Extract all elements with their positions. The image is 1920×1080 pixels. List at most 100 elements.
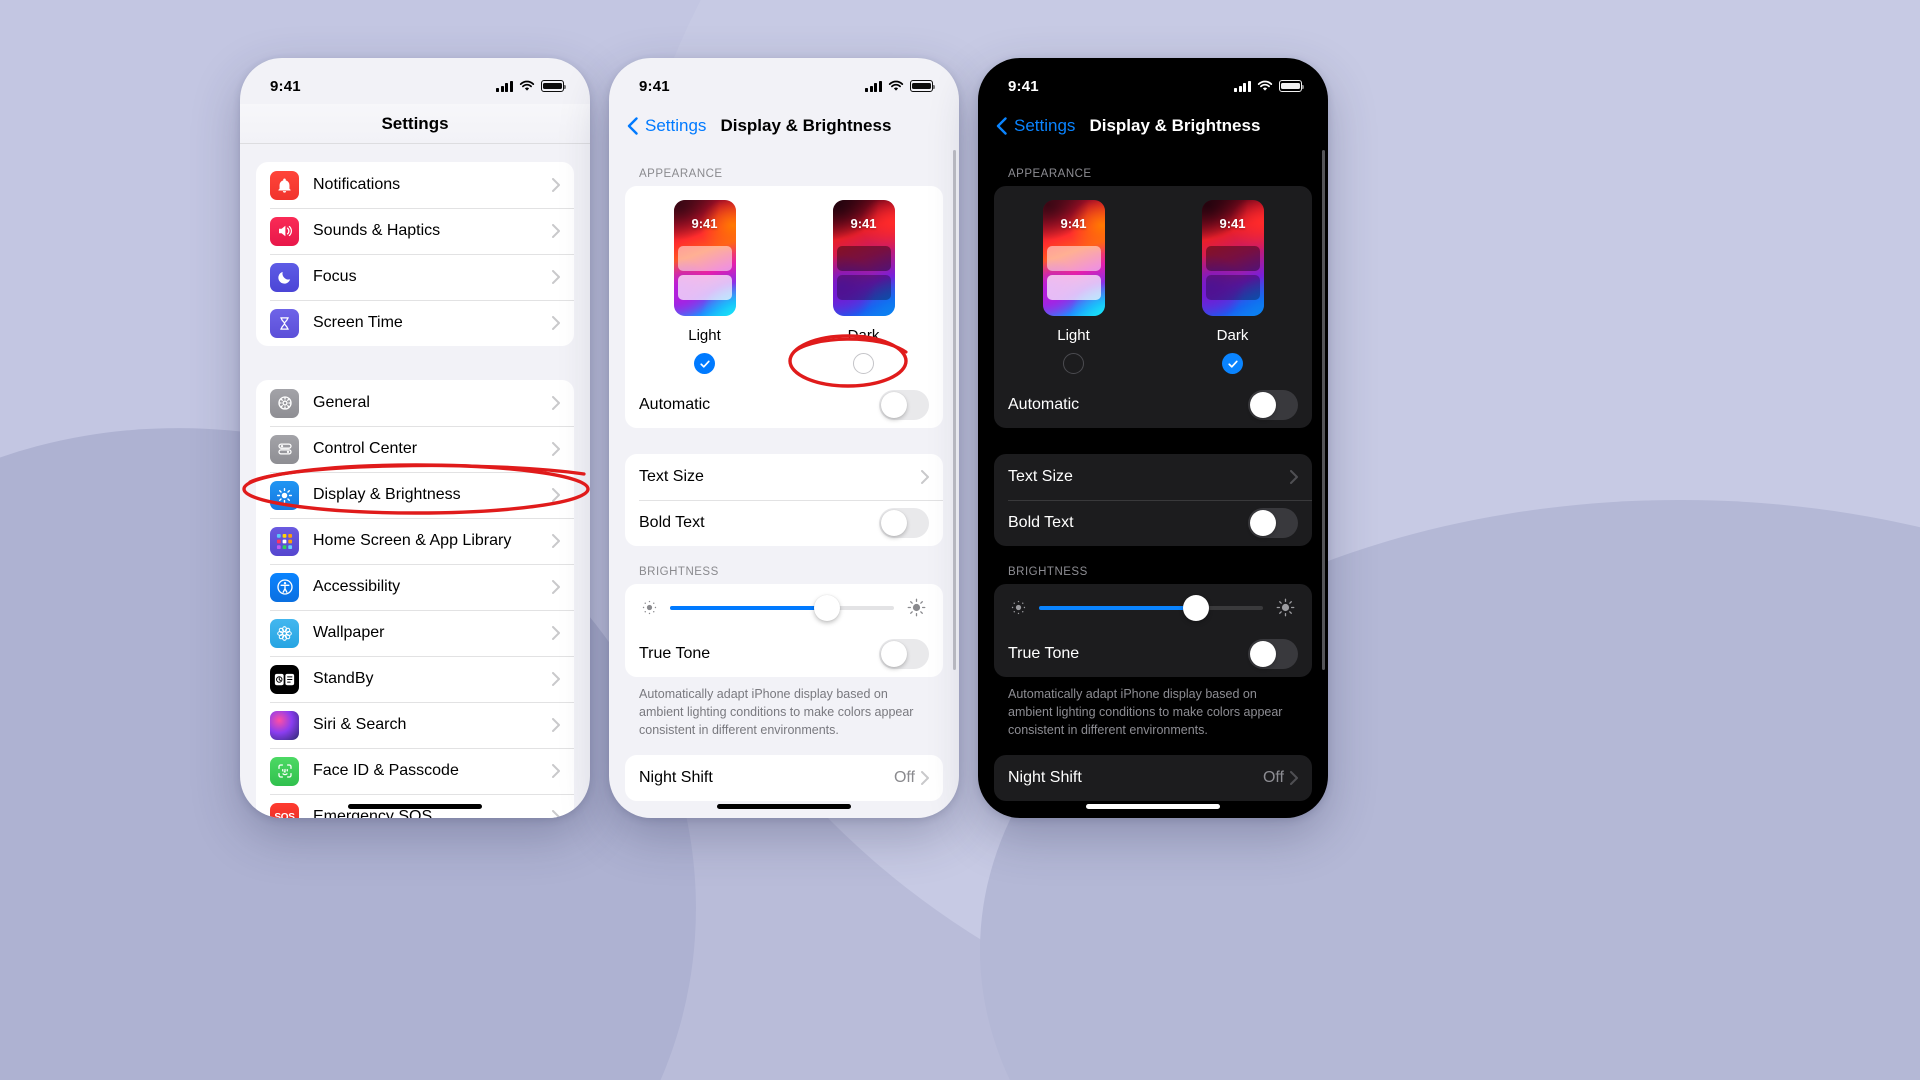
bold-text-row[interactable]: Bold Text	[639, 500, 943, 546]
brightness-high-icon	[1276, 598, 1295, 617]
brightness-high-icon	[907, 598, 926, 617]
settings-group-1: Notifications Sounds & Haptics Focus Scr…	[256, 162, 574, 346]
brightness-slider-knob[interactable]	[813, 594, 840, 621]
page-title: Display & Brightness	[720, 116, 892, 135]
preview-time: 9:41	[1219, 216, 1246, 231]
light-wallpaper-preview: 9:41	[673, 200, 736, 316]
status-bar: 9:41	[978, 58, 1328, 104]
sidebar-item-siri-search[interactable]: Siri & Search	[270, 702, 574, 748]
scrollbar[interactable]	[953, 150, 956, 670]
sidebar-item-label: Display & Brightness	[313, 486, 461, 503]
settings-scroll-area[interactable]: Notifications Sounds & Haptics Focus Scr…	[240, 144, 590, 818]
sidebar-item-standby[interactable]: StandBy	[270, 656, 574, 702]
gear-icon	[270, 388, 299, 418]
true-tone-label: True Tone	[1008, 645, 1080, 662]
appearance-option-light[interactable]: 9:41 Light	[625, 200, 784, 374]
navigation-bar: Settings Display & Brightness	[978, 104, 1328, 148]
wifi-icon	[1257, 80, 1273, 91]
light-radio-unselected[interactable]	[1063, 353, 1084, 374]
accessibility-icon	[270, 572, 299, 602]
automatic-row[interactable]: Automatic	[1008, 382, 1312, 428]
brightness-slider-track[interactable]	[1039, 594, 1263, 621]
brightness-slider-track[interactable]	[670, 594, 894, 621]
brightness-slider-knob[interactable]	[1182, 594, 1209, 621]
brightness-icon	[270, 480, 299, 510]
text-size-label: Text Size	[639, 468, 704, 485]
cellular-signal-icon	[865, 80, 882, 92]
dark-radio-selected[interactable]	[1222, 353, 1243, 374]
bold-text-toggle[interactable]	[1248, 508, 1298, 538]
night-shift-row[interactable]: Night Shift Off	[1008, 755, 1312, 801]
text-size-row[interactable]: Text Size	[1008, 454, 1312, 500]
back-button[interactable]: Settings	[645, 116, 706, 136]
true-tone-footnote: Automatically adapt iPhone display based…	[639, 687, 914, 737]
brightness-low-icon	[642, 600, 657, 615]
appearance-options: 9:41 Light 9:41 Dark	[625, 186, 943, 382]
brightness-low-icon	[1011, 600, 1026, 615]
appearance-option-dark[interactable]: 9:41 Dark	[1153, 200, 1312, 374]
bold-text-toggle[interactable]	[879, 508, 929, 538]
back-button[interactable]: Settings	[1014, 116, 1075, 136]
sidebar-item-label: Focus	[313, 268, 357, 285]
brightness-section-header: BRIGHTNESS	[639, 566, 719, 578]
sidebar-item-accessibility[interactable]: Accessibility	[270, 564, 574, 610]
sidebar-item-face-id[interactable]: Face ID & Passcode	[270, 748, 574, 794]
sidebar-item-screen-time[interactable]: Screen Time	[270, 300, 574, 346]
dark-wallpaper-preview: 9:41	[832, 200, 895, 316]
grid-icon	[270, 526, 299, 556]
preview-widget-band	[836, 246, 891, 271]
chevron-right-icon	[552, 442, 560, 456]
appearance-card: 9:41 Light 9:41 Dark Automatic	[994, 186, 1312, 428]
true-tone-toggle[interactable]	[879, 639, 929, 669]
light-radio-selected[interactable]	[694, 353, 715, 374]
preview-widget-band	[677, 275, 732, 300]
automatic-row[interactable]: Automatic	[639, 382, 943, 428]
preview-time: 9:41	[691, 216, 718, 231]
true-tone-row[interactable]: True Tone	[1008, 631, 1312, 677]
true-tone-toggle[interactable]	[1248, 639, 1298, 669]
status-bar: 9:41	[609, 58, 959, 104]
text-size-label: Text Size	[1008, 468, 1073, 485]
sidebar-item-control-center[interactable]: Control Center	[270, 426, 574, 472]
sidebar-item-home-screen[interactable]: Home Screen & App Library	[270, 518, 574, 564]
sidebar-item-sounds-haptics[interactable]: Sounds & Haptics	[270, 208, 574, 254]
chevron-right-icon	[552, 764, 560, 778]
appearance-option-light[interactable]: 9:41 Light	[994, 200, 1153, 374]
appearance-option-dark[interactable]: 9:41 Dark	[784, 200, 943, 374]
sidebar-item-wallpaper[interactable]: Wallpaper	[270, 610, 574, 656]
automatic-toggle[interactable]	[1248, 390, 1298, 420]
sidebar-item-label: Face ID & Passcode	[313, 762, 459, 779]
brightness-slider-row[interactable]	[994, 584, 1312, 631]
sidebar-item-label: Siri & Search	[313, 716, 407, 733]
sidebar-item-display-brightness[interactable]: Display & Brightness	[270, 472, 574, 518]
sidebar-item-label: Sounds & Haptics	[313, 222, 441, 239]
bold-text-row[interactable]: Bold Text	[1008, 500, 1312, 546]
appearance-option-label: Dark	[847, 327, 880, 344]
sidebar-item-label: Accessibility	[313, 578, 401, 595]
automatic-toggle[interactable]	[879, 390, 929, 420]
sidebar-item-focus[interactable]: Focus	[270, 254, 574, 300]
scrollbar[interactable]	[1322, 150, 1325, 670]
appearance-card: 9:41 Light 9:41 Dark Automatic	[625, 186, 943, 428]
detail-scroll-area[interactable]: APPEARANCE 9:41 Light 9:41 Dark Automati…	[609, 148, 959, 818]
night-shift-row[interactable]: Night Shift Off	[639, 755, 943, 801]
faceid-icon	[270, 756, 299, 786]
light-wallpaper-preview: 9:41	[1042, 200, 1105, 316]
speaker-icon	[270, 216, 299, 246]
sidebar-item-general[interactable]: General	[270, 380, 574, 426]
navigation-bar: Settings Display & Brightness	[609, 104, 959, 148]
check-icon	[699, 360, 710, 368]
dark-radio-unselected[interactable]	[853, 353, 874, 374]
chevron-left-icon[interactable]	[996, 117, 1007, 135]
brightness-slider-fill	[1039, 605, 1196, 610]
true-tone-row[interactable]: True Tone	[639, 631, 943, 677]
bell-icon	[270, 170, 299, 200]
brightness-slider-row[interactable]	[625, 584, 943, 631]
detail-scroll-area[interactable]: APPEARANCE 9:41 Light 9:41 Dark Automati…	[978, 148, 1328, 818]
text-size-row[interactable]: Text Size	[639, 454, 943, 500]
true-tone-label: True Tone	[639, 645, 711, 662]
chevron-left-icon[interactable]	[627, 117, 638, 135]
battery-icon	[1279, 80, 1305, 92]
sidebar-item-notifications[interactable]: Notifications	[270, 162, 574, 208]
sidebar-item-label: StandBy	[313, 670, 374, 687]
